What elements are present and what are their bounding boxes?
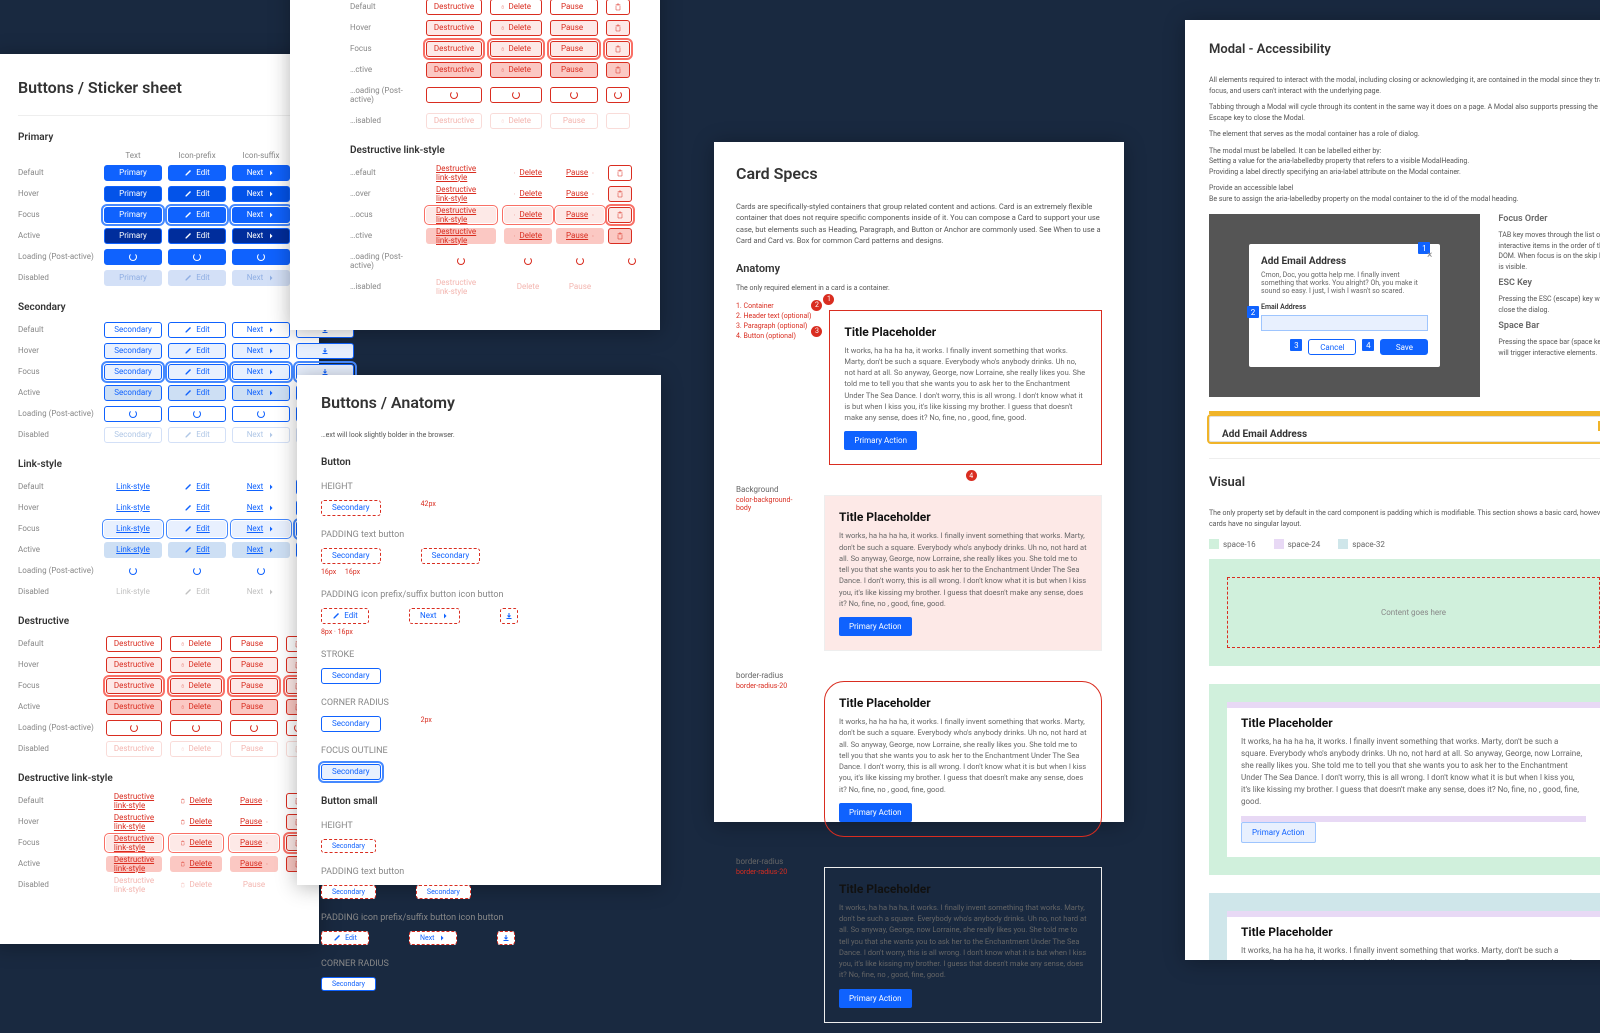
section-destructive: Destructive <box>18 616 295 627</box>
spinner-icon <box>129 253 137 261</box>
anatomy-parts-list: 1. Container2. Header text (optional)3. … <box>736 300 811 342</box>
save-button[interactable]: Save <box>1380 339 1428 355</box>
spacing-demo-card-1: Title Placeholder It works, ha ha ha ha,… <box>1209 684 1600 875</box>
close-icon[interactable]: × <box>1427 250 1432 261</box>
panel-sticker-fragment: DefaultDestructiveDeletePause HoverDestr… <box>290 0 660 330</box>
panel-sticker-sheet: Buttons / Sticker sheet Primary Text Ico… <box>0 54 319 944</box>
modal-dialog-focus: Add Email Address × <box>1209 416 1600 442</box>
card-variant-default: Title Placeholder It works, ha ha ha ha,… <box>824 867 1102 1023</box>
section-secondary: Secondary <box>18 302 295 313</box>
section-link: Link-style <box>18 459 295 470</box>
modal-accessibility-title: Modal - Accessibility <box>1209 42 1600 57</box>
panel-modal-visual: Modal - Accessibility All elements requi… <box>1185 20 1600 960</box>
arrow-right-icon <box>267 169 275 177</box>
primary-icon-suffix-button[interactable]: Next <box>232 165 290 181</box>
panel-title: Buttons / Sticker sheet <box>18 78 295 97</box>
primary-button[interactable]: Primary <box>104 165 162 181</box>
destructive-button[interactable]: Destructive <box>106 636 162 652</box>
section-destructive-link: Destructive link-style <box>18 773 295 784</box>
section-primary: Primary <box>18 132 295 143</box>
destructive-link-button[interactable]: Destructive link-style <box>106 793 162 809</box>
card-anatomy-sample: 1 2 Title Placeholder 3 It works, ha ha … <box>829 310 1102 466</box>
modal-dialog: 1 Add Email Address × Cmon, Doc, you got… <box>1249 244 1440 367</box>
card-variant-radius: Title Placeholder It works, ha ha ha ha,… <box>824 681 1102 837</box>
panel-anatomy: Buttons / Anatomy …ext will look slightl… <box>297 375 661 885</box>
primary-icon-prefix-button[interactable]: Edit <box>168 165 226 181</box>
secondary-button[interactable]: Secondary <box>104 322 162 338</box>
visual-title: Visual <box>1209 475 1600 490</box>
spacing-legend: space-16 space-24 space-32 <box>1209 539 1600 549</box>
cancel-button[interactable]: Cancel <box>1308 339 1356 355</box>
email-field[interactable] <box>1261 315 1428 331</box>
modal-demo: 1 Add Email Address × Cmon, Doc, you got… <box>1209 214 1480 397</box>
primary-action-button[interactable]: Primary Action <box>844 431 917 450</box>
card-specs-title: Card Specs <box>736 164 1102 183</box>
anatomy-title: Buttons / Anatomy <box>321 393 637 412</box>
panel-card-specs: Card Specs Cards are specifically-styled… <box>714 142 1124 822</box>
spacing-demo-card-2: Title Placeholder It works, ha ha ha ha,… <box>1209 893 1600 960</box>
pencil-icon <box>184 169 192 177</box>
trash-icon <box>181 640 184 648</box>
spacing-demo-basic: Content goes here <box>1209 559 1600 666</box>
card-variant-background: Title Placeholder It works, ha ha ha ha,… <box>824 495 1102 651</box>
link-button[interactable]: Link-style <box>104 479 162 495</box>
